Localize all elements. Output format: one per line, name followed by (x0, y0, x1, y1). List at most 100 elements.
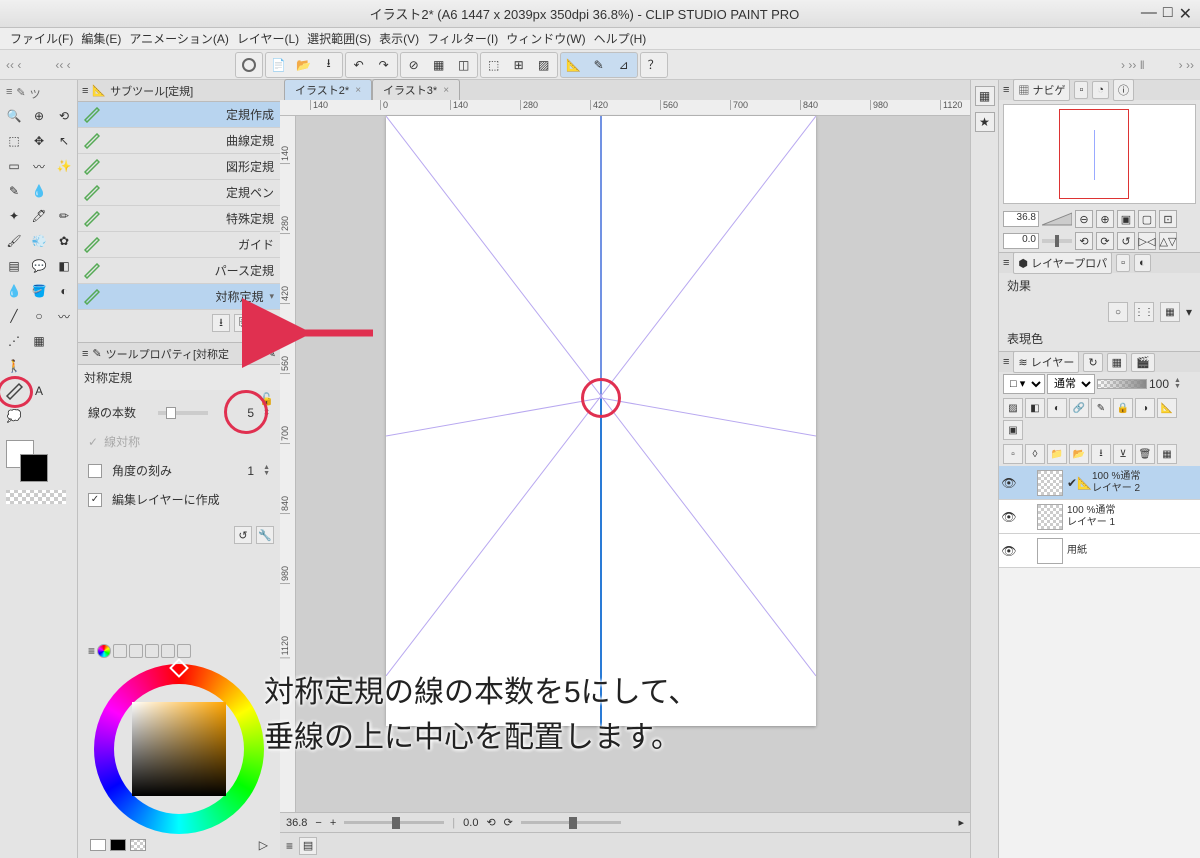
layer-visibility-icon[interactable]: 👁 (999, 544, 1019, 558)
navigator-preview[interactable] (1003, 104, 1196, 204)
object-tool[interactable]: ⬚ (2, 129, 26, 153)
nav-rot-slider[interactable] (1042, 233, 1072, 249)
nav-zoom-slider[interactable] (1042, 211, 1072, 227)
opacity-slider[interactable] (1097, 379, 1147, 389)
subtool-item[interactable]: パース定規 (78, 258, 280, 284)
layer-visibility-icon[interactable]: 👁 (999, 476, 1019, 490)
angle-step-spinner[interactable]: ▲▼ (263, 465, 270, 477)
subtool-item[interactable]: 特殊定規 (78, 206, 280, 232)
angle-step-checkbox[interactable] (88, 464, 102, 478)
subtool-duplicate-button[interactable]: ⎘ (234, 314, 252, 332)
subtool-item[interactable]: 定規ペン (78, 180, 280, 206)
layer-name-label[interactable]: 100 %通常レイヤー 1 (1067, 505, 1200, 529)
transparent-color[interactable] (6, 490, 66, 504)
maximize-button[interactable]: □ (1163, 4, 1173, 24)
lock-icon[interactable]: 🔒 (1113, 398, 1133, 418)
reset-button[interactable]: ↺ (234, 526, 252, 544)
subtool-item[interactable]: 対称定規 ▾ (78, 284, 280, 310)
wand-tool[interactable]: ✨ (52, 154, 76, 178)
nav-flip-v-icon[interactable]: △▽ (1159, 232, 1177, 250)
navigator-tab[interactable]: ▦ ナビゲ (1013, 79, 1070, 101)
layer-name-label[interactable]: 用紙 (1067, 545, 1200, 557)
panel-menu-icon[interactable]: ≡ (88, 644, 95, 658)
ruler-visible-icon[interactable]: 📐 (1157, 398, 1177, 418)
close-tab-icon[interactable]: × (443, 85, 449, 96)
lines-count-value[interactable]: 5 (214, 406, 254, 420)
layer-move-tool[interactable]: ✥ (27, 129, 51, 153)
subview-tab[interactable]: ▫ (1074, 81, 1088, 99)
add-folder-icon[interactable]: 📂 (1069, 444, 1089, 464)
transfer-down-icon[interactable]: ⭳ (1091, 444, 1111, 464)
close-tab-icon[interactable]: × (355, 85, 361, 96)
nav-100-icon[interactable]: ▣ (1117, 210, 1135, 228)
line-tool[interactable]: ╱ (2, 304, 26, 328)
merge-down-icon[interactable]: ⊻ (1113, 444, 1133, 464)
lines-count-spinner[interactable]: ▲▼ (263, 407, 270, 419)
enable-mask-icon[interactable]: ◑ (1135, 398, 1155, 418)
menu-filter[interactable]: フィルター(I) (427, 30, 498, 47)
select-add-icon[interactable]: ⊞ (507, 54, 531, 76)
history-tab[interactable] (177, 644, 191, 658)
speech-tool[interactable]: 💭 (2, 404, 26, 428)
document-tab-1[interactable]: イラスト2* × (284, 79, 372, 100)
draft-icon[interactable]: ✎ (1091, 398, 1111, 418)
subtool-item[interactable]: 図形定規 (78, 154, 280, 180)
tool-property-register-icon[interactable]: ✎ (267, 347, 276, 360)
tone-tool[interactable]: ▦ (27, 329, 51, 353)
new-vector-icon[interactable]: ◊ (1025, 444, 1045, 464)
move-tool[interactable]: ⊕ (27, 104, 51, 128)
layer-property-tab[interactable]: ⬢ レイヤープロパ (1013, 252, 1112, 274)
fill-icon[interactable]: ▦ (427, 54, 451, 76)
light-table-tool[interactable]: ✦ (2, 204, 26, 228)
nav-zoom-out-icon[interactable]: ⊖ (1075, 210, 1093, 228)
wrench-button[interactable]: 🔧 (256, 526, 274, 544)
document-tab-2[interactable]: イラスト3* × (372, 79, 460, 100)
subtool-item[interactable]: 定規作成 (78, 102, 280, 128)
subtool-item[interactable]: ガイド (78, 232, 280, 258)
opacity-value[interactable]: 100 (1149, 377, 1169, 391)
chevron-right-icon[interactable]: ▸ (958, 816, 964, 829)
select-pen-tool[interactable]: ✎ (2, 179, 26, 203)
ruler-tool[interactable] (2, 379, 26, 403)
bg-chip[interactable] (110, 839, 126, 851)
nav-fitall-icon[interactable]: ⊡ (1159, 210, 1177, 228)
panel-menu-icon[interactable]: ≡ (1003, 257, 1009, 269)
new-file-icon[interactable]: 📄 (267, 54, 291, 76)
clear-icon[interactable]: ⊘ (402, 54, 426, 76)
border-effect-icon[interactable]: ○ (1108, 302, 1128, 322)
minimize-button[interactable]: — (1141, 4, 1157, 24)
color-set-tab[interactable] (129, 644, 143, 658)
blend-tool[interactable]: 💧 (2, 279, 26, 303)
clipstudio-icon[interactable] (237, 54, 261, 76)
color-wheel-tab[interactable] (97, 644, 111, 658)
blend-mode-select[interactable]: 通常 (1047, 374, 1095, 394)
layer-thumbnail[interactable] (1037, 538, 1063, 564)
rotate-tool[interactable]: ⟲ (52, 104, 76, 128)
rotate-ccw-icon[interactable]: ⟲ (486, 816, 495, 829)
pen-tool[interactable]: 🖊 (27, 204, 51, 228)
layer-thumbnail[interactable] (1037, 470, 1063, 496)
nav-rotation-value[interactable]: 0.0 (1003, 233, 1039, 249)
decoration-tool[interactable]: ✿ (52, 229, 76, 253)
palette-color-select[interactable]: □ ▾ (1003, 374, 1045, 394)
nav-zoom-value[interactable]: 36.8 (1003, 211, 1039, 227)
area-toggle-icon[interactable]: ▦ (1157, 444, 1177, 464)
redo-icon[interactable]: ↷ (372, 54, 396, 76)
material-icon[interactable]: ▦ (975, 86, 995, 106)
fill-tool[interactable]: 🪣 (27, 279, 51, 303)
subtool-delete-button[interactable]: 🗑 (256, 314, 274, 332)
save-icon[interactable]: ⭳ (317, 54, 341, 76)
layer-color-icon[interactable]: ▦ (1160, 302, 1180, 322)
menu-animation[interactable]: アニメーション(A) (129, 30, 229, 47)
layer-item[interactable]: 👁 ✔📐 100 %通常レイヤー 2 (999, 466, 1200, 500)
panel-menu-icon[interactable]: ≡ (286, 839, 293, 853)
nav-rot-cw-icon[interactable]: ⟳ (1096, 232, 1114, 250)
tone-effect-icon[interactable]: ⋮⋮ (1134, 302, 1154, 322)
info-tab[interactable]: ◔ (1092, 81, 1109, 99)
fg-chip[interactable] (90, 839, 106, 851)
brush-tool[interactable]: 🖌 (2, 229, 26, 253)
mask-icon[interactable]: ◐ (1047, 398, 1067, 418)
nav-flip-h-icon[interactable]: ▷◁ (1138, 232, 1156, 250)
clip-mask-icon[interactable]: ◧ (1025, 398, 1045, 418)
zoom-value[interactable]: 36.8 (286, 817, 307, 829)
